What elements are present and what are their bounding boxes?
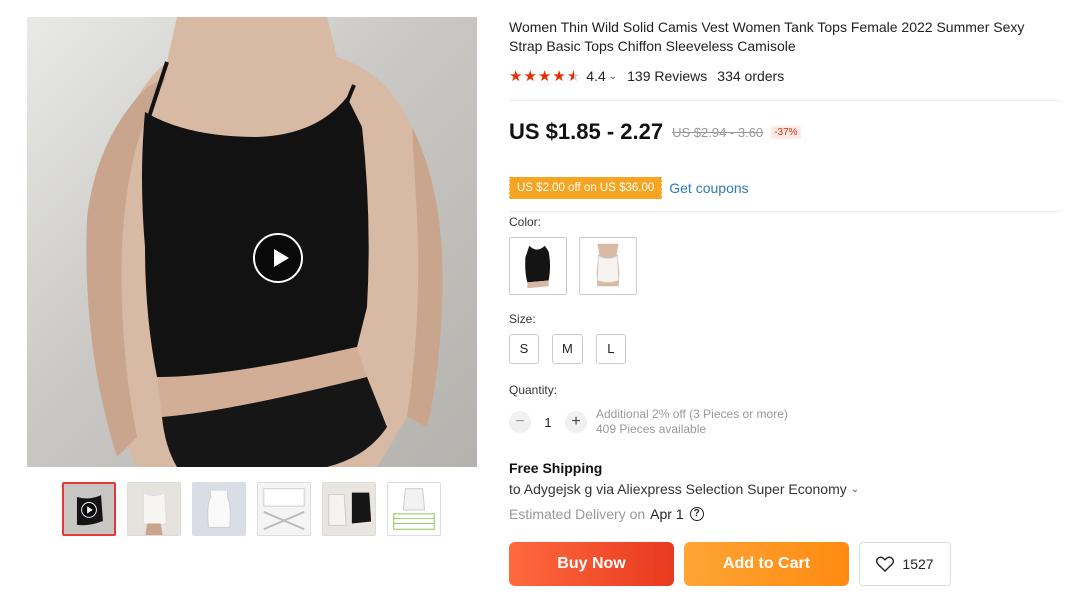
thumbnail-1[interactable] [62,482,116,536]
color-swatch-image [510,238,566,294]
thumbnail-image [193,483,245,535]
action-buttons: Buy Now Add to Cart 1527 [509,542,951,586]
quantity-info: Additional 2% off (3 Pieces or more) 409… [596,407,788,437]
size-option-l[interactable]: L [595,334,626,364]
size-option-s[interactable]: S [509,334,539,364]
quantity-label: Quantity: [509,383,558,397]
increase-quantity-button[interactable]: + [565,411,587,433]
star-icon: ★ [537,67,552,85]
thumbnail-5[interactable] [322,482,376,536]
thumbnail-image [388,483,440,535]
bulk-discount-note: Additional 2% off (3 Pieces or more) [596,407,788,421]
color-option-black[interactable] [509,237,567,295]
chevron-down-icon[interactable]: ⌄ [851,484,859,495]
color-option-white[interactable] [579,237,637,295]
color-options [509,237,637,295]
wishlist-count: 1527 [902,556,934,572]
product-photo [86,17,443,467]
coupon-row: US $2.00 off on US $36.00 Get coupons [507,177,749,199]
product-info: Women Thin Wild Solid Camis Vest Women T… [507,17,1061,586]
shipping-route-text[interactable]: to Adygejsk g via Aliexpress Selection S… [509,481,847,497]
rating-value[interactable]: 4.4 [586,68,605,84]
decrease-quantity-button[interactable]: − [509,411,531,433]
size-options: S M L [509,334,626,364]
shipping-title: Free Shipping [509,460,603,476]
star-rating: ★ ★ ★ ★ ★ [509,69,580,84]
color-swatch-image [580,238,636,294]
main-product-image[interactable] [27,17,477,467]
delivery-date: Apr 1 [650,506,684,522]
divider [509,211,1061,212]
thumbnail-6[interactable] [387,482,441,536]
coupon-tag[interactable]: US $2.00 off on US $36.00 [507,177,663,199]
thumbnail-2[interactable] [127,482,181,536]
play-video-button[interactable] [253,233,303,283]
price-row: US $1.85 - 2.27 US $2.94 - 3.60 -37% [509,119,801,145]
thumbnail-strip [62,482,441,536]
stock-available: 409 Pieces available [596,422,707,436]
current-price: US $1.85 - 2.27 [509,119,664,144]
divider [509,100,1061,101]
size-option-m[interactable]: M [552,334,583,364]
star-icon: ★ [552,67,566,85]
thumbnail-4[interactable] [257,482,311,536]
estimated-delivery: Estimated Delivery on Apr 1 ? [509,506,704,522]
reviews-link[interactable]: 139 Reviews [627,68,707,84]
thumbnail-image [323,483,375,535]
color-label: Color: [509,215,542,229]
heart-icon [876,556,895,572]
get-coupons-link[interactable]: Get coupons [669,180,748,196]
quantity-input[interactable]: 1 [531,415,565,430]
buy-now-button[interactable]: Buy Now [509,542,674,586]
thumbnail-image [64,484,114,534]
help-icon[interactable]: ? [689,507,704,521]
product-title: Women Thin Wild Solid Camis Vest Women T… [509,19,1025,54]
thumbnail-image [258,483,310,535]
orders-count: 334 orders [717,68,785,84]
delivery-label: Estimated Delivery on [509,506,646,522]
wishlist-button[interactable]: 1527 [859,542,951,586]
add-to-cart-button[interactable]: Add to Cart [684,542,849,586]
size-label: Size: [509,312,536,326]
star-icon: ★ [509,67,523,85]
rating-row: ★ ★ ★ ★ ★ 4.4 ⌄ 139 Reviews 334 orders [509,66,1061,86]
half-star-icon: ★ [566,67,581,85]
quantity-stepper: − 1 + Additional 2% off (3 Pieces or mor… [509,407,788,437]
thumbnail-image [128,483,180,535]
thumbnail-3[interactable] [192,482,246,536]
chevron-down-icon[interactable]: ⌄ [609,71,617,82]
original-price: US $2.94 - 3.60 [672,124,764,140]
discount-badge: -37% [771,125,801,139]
star-icon: ★ [523,67,537,85]
shipping-route[interactable]: to Adygejsk g via Aliexpress Selection S… [509,481,859,497]
